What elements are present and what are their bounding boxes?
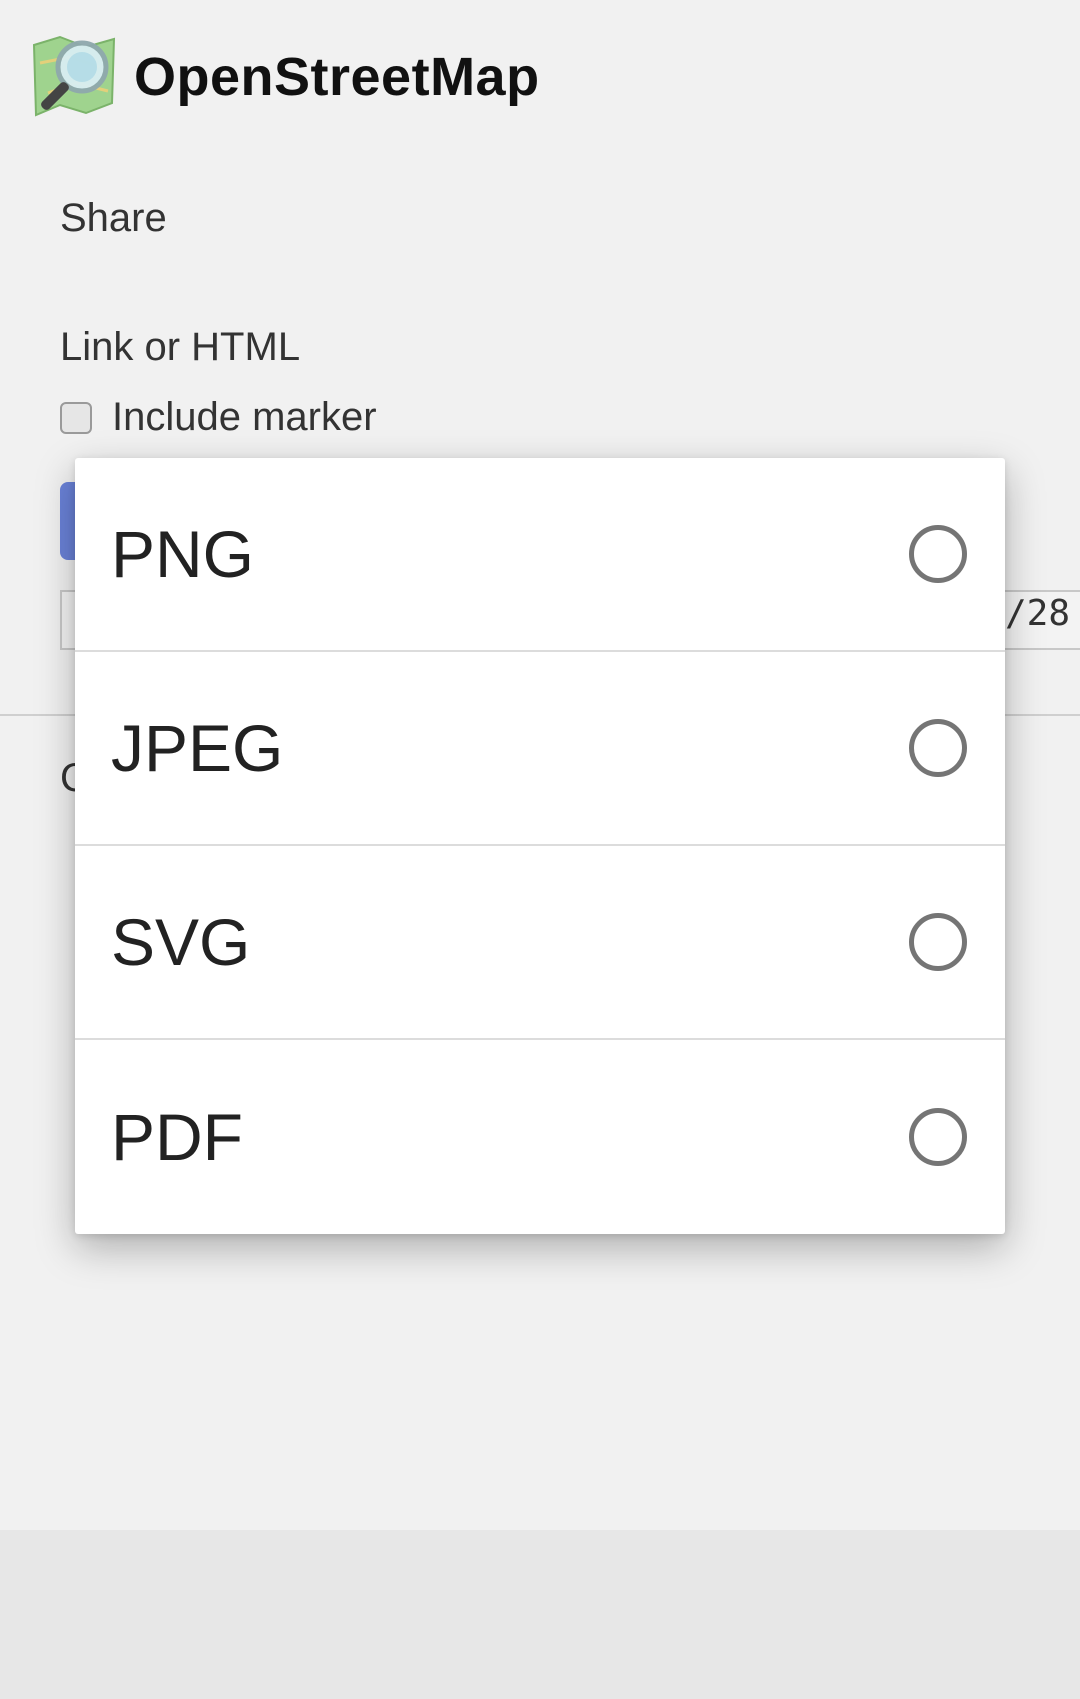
link-or-html-label: Link or HTML [60, 325, 301, 369]
footer-bar [0, 1530, 1080, 1699]
openstreetmap-logo-icon[interactable] [30, 33, 118, 121]
share-heading: Share [60, 196, 167, 240]
format-select-dialog: PNG JPEG SVG PDF [75, 458, 1005, 1234]
include-marker-label[interactable]: Include marker [112, 395, 377, 440]
radio-button[interactable] [909, 719, 967, 777]
share-link-input-text: /28 [1004, 593, 1070, 634]
format-option-jpeg[interactable]: JPEG [75, 652, 1005, 846]
radio-button[interactable] [909, 913, 967, 971]
format-option-label: JPEG [111, 711, 284, 785]
format-option-label: PDF [111, 1100, 243, 1174]
include-marker-row[interactable]: Include marker [60, 395, 377, 440]
format-option-png[interactable]: PNG [75, 458, 1005, 652]
format-option-svg[interactable]: SVG [75, 846, 1005, 1040]
format-option-label: SVG [111, 905, 251, 979]
app-header: OpenStreetMap [30, 32, 540, 122]
format-option-pdf[interactable]: PDF [75, 1040, 1005, 1234]
app-title: OpenStreetMap [134, 47, 540, 107]
radio-button[interactable] [909, 525, 967, 583]
radio-button[interactable] [909, 1108, 967, 1166]
format-option-label: PNG [111, 517, 255, 591]
include-marker-checkbox[interactable] [60, 401, 92, 434]
